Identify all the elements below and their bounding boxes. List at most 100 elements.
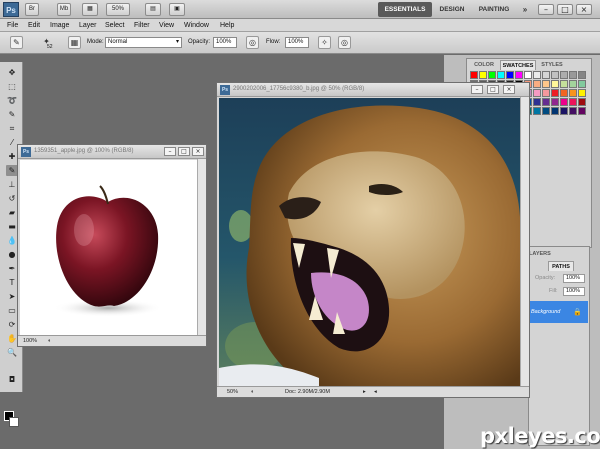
color-swatch[interactable] — [569, 80, 577, 88]
color-swatch[interactable] — [578, 107, 586, 115]
color-swatch[interactable] — [551, 107, 559, 115]
status-menu-icon[interactable]: ◐ — [251, 387, 254, 397]
color-swatch[interactable] — [533, 80, 541, 88]
more-workspaces-button[interactable]: » — [520, 2, 530, 17]
layer-row-background[interactable]: Background 🔒 — [530, 301, 588, 323]
document-title-bar[interactable]: Ps 1359351_apple.jpg @ 100% (RGB/8) – □ … — [18, 145, 206, 159]
color-swatch[interactable] — [506, 71, 514, 79]
view-extras-button[interactable]: ▦ — [82, 3, 98, 16]
scroll-left-icon[interactable]: ◂ — [374, 387, 377, 397]
zoom-tool-icon[interactable]: 🔍 — [6, 347, 18, 358]
document-title-bar[interactable]: Ps 2900202006_17756c9380_b.jpg @ 50% (RG… — [217, 83, 529, 97]
pressure-opacity-icon[interactable]: ◎ — [246, 36, 259, 49]
color-swatch[interactable] — [578, 98, 586, 106]
menu-window[interactable]: Window — [184, 20, 209, 31]
color-swatch[interactable] — [488, 71, 496, 79]
background-color-swatch[interactable] — [9, 417, 19, 427]
zoom-level-dropdown[interactable]: 50% — [106, 3, 130, 16]
quick-select-tool-icon[interactable]: ✎ — [6, 109, 18, 120]
marquee-tool-icon[interactable]: ⬚ — [6, 81, 18, 92]
workspace-design-button[interactable]: DESIGN — [437, 2, 467, 17]
color-swatch[interactable] — [551, 80, 559, 88]
tab-paths[interactable]: PATHS — [548, 261, 574, 271]
color-swatch[interactable] — [542, 98, 550, 106]
minimize-button[interactable]: – — [538, 4, 554, 15]
color-swatch[interactable] — [551, 98, 559, 106]
color-swatch[interactable] — [470, 71, 478, 79]
maximize-button[interactable]: □ — [557, 4, 573, 15]
tab-color[interactable]: COLOR — [469, 60, 499, 70]
color-swatch[interactable] — [542, 89, 550, 97]
color-swatch[interactable] — [533, 71, 541, 79]
color-swatch[interactable] — [551, 71, 559, 79]
crop-tool-icon[interactable]: ⌗ — [6, 123, 18, 134]
color-swatch[interactable] — [560, 71, 568, 79]
doc-close-button[interactable]: × — [503, 85, 515, 94]
color-swatch[interactable] — [551, 89, 559, 97]
tab-swatches[interactable]: SWATCHES — [500, 60, 536, 70]
color-swatch[interactable] — [569, 98, 577, 106]
menu-filter[interactable]: Filter — [134, 20, 150, 31]
layer-opacity-field[interactable]: 100% — [563, 274, 585, 283]
color-swatch[interactable] — [533, 98, 541, 106]
opacity-field[interactable]: 100% — [213, 37, 237, 48]
color-swatch[interactable] — [578, 80, 586, 88]
doc-minimize-button[interactable]: – — [164, 147, 176, 156]
color-swatch[interactable] — [524, 71, 532, 79]
color-swatch[interactable] — [479, 71, 487, 79]
color-swatch[interactable] — [542, 71, 550, 79]
status-menu-icon[interactable]: ◐ — [48, 336, 51, 346]
color-swatch[interactable] — [560, 89, 568, 97]
tab-styles[interactable]: STYLES — [538, 60, 566, 70]
brush-panel-toggle-icon[interactable]: ▦ — [68, 36, 81, 49]
doc-maximize-button[interactable]: □ — [487, 85, 499, 94]
menu-image[interactable]: Image — [50, 20, 69, 31]
airbrush-icon[interactable]: ✧ — [318, 36, 331, 49]
lasso-tool-icon[interactable]: ➰ — [6, 95, 18, 106]
color-swatch[interactable] — [542, 80, 550, 88]
doc-minimize-button[interactable]: – — [471, 85, 483, 94]
color-swatch[interactable] — [569, 89, 577, 97]
color-swatch[interactable] — [542, 107, 550, 115]
vertical-scrollbar[interactable] — [520, 97, 529, 386]
menu-select[interactable]: Select — [105, 20, 124, 31]
apple-canvas[interactable] — [20, 160, 197, 338]
doc-close-button[interactable]: × — [192, 147, 204, 156]
color-swatch[interactable] — [515, 71, 523, 79]
color-swatch[interactable] — [560, 107, 568, 115]
arrange-documents-button[interactable]: ▤ — [145, 3, 161, 16]
zoom-field[interactable]: 50% — [227, 387, 238, 397]
screen-mode-button[interactable]: ▣ — [169, 3, 185, 16]
workspace-essentials-button[interactable]: ESSENTIALS — [378, 2, 432, 17]
color-swatch[interactable] — [569, 71, 577, 79]
bridge-button[interactable]: Br — [25, 3, 39, 16]
quick-mask-icon[interactable]: ◘ — [6, 374, 18, 385]
brush-preset-icon[interactable]: ✎ — [10, 36, 23, 49]
doc-maximize-button[interactable]: □ — [178, 147, 190, 156]
color-swatch[interactable] — [578, 89, 586, 97]
close-button[interactable]: × — [576, 4, 592, 15]
zoom-field[interactable]: 100% — [23, 336, 37, 346]
color-swatch[interactable] — [560, 98, 568, 106]
status-arrow-icon[interactable]: ▸ — [363, 387, 366, 397]
move-tool-icon[interactable]: ✥ — [6, 67, 18, 78]
menu-layer[interactable]: Layer — [79, 20, 97, 31]
color-swatch[interactable] — [497, 71, 505, 79]
color-swatch[interactable] — [533, 107, 541, 115]
workspace-painting-button[interactable]: PAINTING — [475, 2, 513, 17]
pressure-size-icon[interactable]: ◎ — [338, 36, 351, 49]
vertical-scrollbar[interactable] — [197, 159, 206, 335]
color-swatch[interactable] — [569, 107, 577, 115]
color-swatch[interactable] — [578, 71, 586, 79]
flow-field[interactable]: 100% — [285, 37, 309, 48]
menu-edit[interactable]: Edit — [28, 20, 40, 31]
mode-dropdown[interactable]: Normal ▾ — [105, 37, 182, 48]
color-swatch[interactable] — [560, 80, 568, 88]
lion-canvas[interactable] — [219, 98, 520, 387]
menu-help[interactable]: Help — [220, 20, 234, 31]
color-swatch[interactable] — [533, 89, 541, 97]
tab-layers[interactable]: LAYERS — [529, 249, 551, 259]
layer-fill-field[interactable]: 100% — [563, 287, 585, 296]
menu-file[interactable]: File — [7, 20, 18, 31]
mini-bridge-button[interactable]: Mb — [57, 3, 71, 16]
